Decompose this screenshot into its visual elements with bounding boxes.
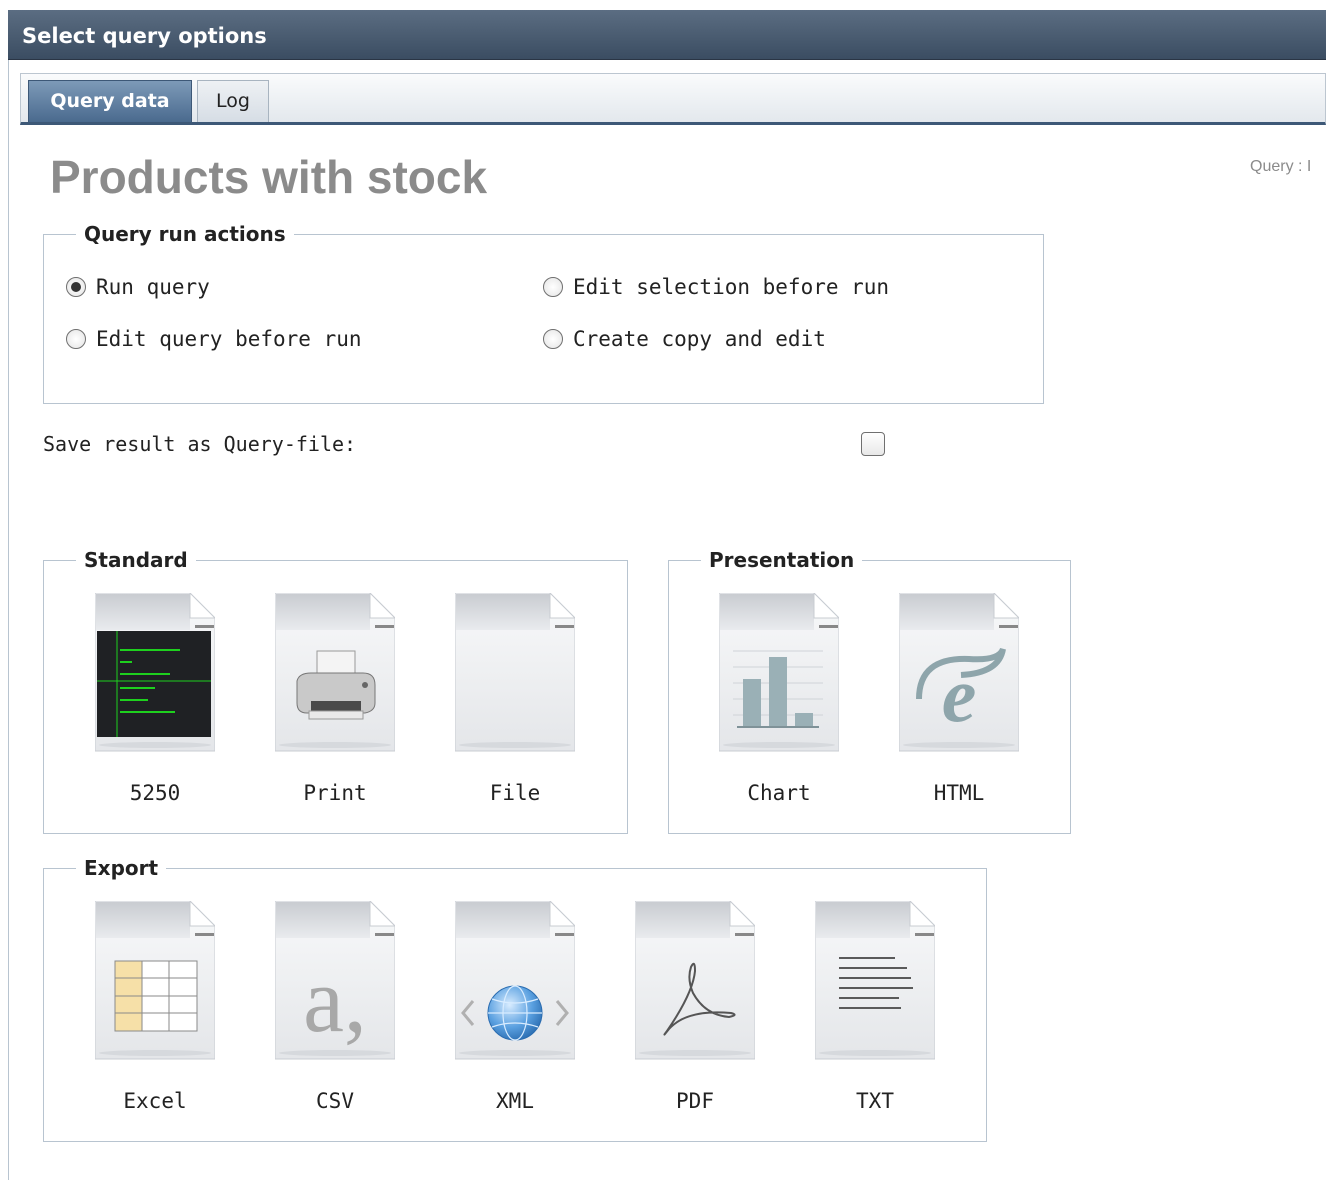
radio-run-query[interactable]: Run query xyxy=(66,275,210,299)
excel-grid-icon xyxy=(95,901,215,1060)
tab-query-data[interactable]: Query data xyxy=(28,80,192,122)
query-run-actions-group: Query run actions Run query Edit selecti… xyxy=(43,221,1044,404)
xml-globe-icon xyxy=(455,901,575,1060)
standard-legend: Standard xyxy=(76,547,196,573)
output-label: PDF xyxy=(676,1089,714,1113)
radio-button-checked[interactable] xyxy=(66,277,86,297)
radio-label: Create copy and edit xyxy=(573,327,826,351)
output-label: HTML xyxy=(933,781,985,805)
presentation-group: Presentation Chart e HTML xyxy=(668,547,1071,834)
output-label: File xyxy=(489,781,541,805)
standard-group: Standard 5250 Print File xyxy=(43,547,628,834)
output-label: XML xyxy=(496,1089,534,1113)
radio-button[interactable] xyxy=(543,329,563,349)
export-group: Export Excel a, CSV XML PDF TXT xyxy=(43,855,987,1142)
export-legend: Export xyxy=(76,855,167,881)
output-label: Excel xyxy=(123,1089,187,1113)
presentation-legend: Presentation xyxy=(701,547,863,573)
output-label: Print xyxy=(303,781,367,805)
save-result-checkbox[interactable] xyxy=(861,432,885,456)
output-label: Chart xyxy=(747,781,811,805)
radio-create-copy[interactable]: Create copy and edit xyxy=(543,327,826,351)
page-title: Products with stock xyxy=(50,151,488,203)
radio-label: Edit selection before run xyxy=(573,275,890,299)
tab-log[interactable]: Log xyxy=(197,80,269,122)
ie-icon: e xyxy=(899,593,1019,752)
svg-text:e: e xyxy=(942,651,977,738)
dialog-title-bar: Select query options xyxy=(8,10,1326,60)
printer-icon xyxy=(275,593,395,752)
radio-edit-selection[interactable]: Edit selection before run xyxy=(543,275,889,299)
terminal-icon xyxy=(95,593,215,752)
svg-text:a,: a, xyxy=(303,949,367,1051)
radio-label: Edit query before run xyxy=(96,327,362,351)
radio-button[interactable] xyxy=(66,329,86,349)
output-label: CSV xyxy=(316,1089,354,1113)
file-icon xyxy=(455,593,575,752)
save-result-label: Save result as Query-file: xyxy=(43,432,357,456)
dialog-title: Select query options xyxy=(22,24,267,48)
query-info-text: Query : I xyxy=(1250,158,1312,175)
radio-label: Run query xyxy=(96,275,210,299)
query-run-actions-legend: Query run actions xyxy=(76,221,294,247)
output-label: 5250 xyxy=(129,781,181,805)
radio-button[interactable] xyxy=(543,277,563,297)
output-label: TXT xyxy=(856,1089,894,1113)
pdf-icon xyxy=(635,901,755,1060)
csv-icon: a, xyxy=(275,901,395,1060)
radio-edit-query[interactable]: Edit query before run xyxy=(66,327,362,351)
chart-icon xyxy=(719,593,839,752)
txt-icon xyxy=(815,901,935,1060)
